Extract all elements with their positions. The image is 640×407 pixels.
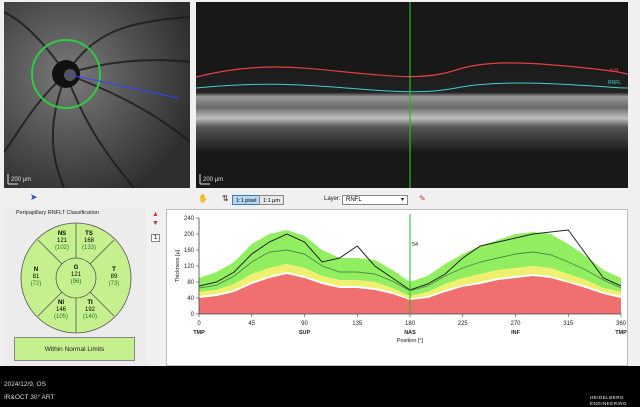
x-tick-label: 225 — [458, 321, 469, 327]
region-label: SUP — [299, 330, 311, 336]
y-tick-label: 40 — [187, 296, 194, 302]
sector-g: G 121 (96) — [70, 265, 82, 285]
fundus-scale-label: 200 µm — [11, 177, 32, 183]
hand-icon[interactable]: ✋ — [198, 194, 208, 203]
layer-select-value: RNFL — [346, 197, 362, 203]
arrow-down-icon[interactable]: ▼ — [152, 220, 159, 227]
chart-svg: 0 40 80 120 160 200 240 0 45 90 135 180 225 270 315 360… — [175, 214, 627, 344]
fundus-graphic — [4, 2, 190, 188]
scan-mode: IR&OCT 30° ART — [4, 394, 55, 401]
region-label: NAS — [404, 330, 416, 336]
ilm-tag: ILM — [610, 68, 619, 74]
y-tick-label: 240 — [184, 216, 195, 222]
y-tick-label: 0 — [191, 312, 195, 318]
x-tick-label: 45 — [248, 321, 255, 327]
x-tick-label: 360 — [616, 321, 627, 327]
chevron-down-icon: ▾ — [400, 197, 404, 203]
sector-ni: NI 146 (105) — [53, 300, 68, 320]
y-tick-label: 160 — [184, 248, 195, 254]
region-label: TMP — [615, 330, 627, 336]
x-tick-label: 270 — [510, 321, 521, 327]
x-tick-label: 315 — [563, 321, 574, 327]
cursor-value-label: 54 — [412, 242, 418, 248]
footer-bar: 2024/12/9, OS IR&OCT 30° ART HEIDELBERG … — [0, 366, 640, 407]
x-tick-label: 135 — [352, 321, 363, 327]
sector-t: T 89 (73) — [108, 267, 120, 287]
classification-title: Peripapillary RNFLT Classification — [16, 210, 99, 216]
y-axis-label: Thickness [µ] — [175, 249, 181, 282]
y-tick-label: 120 — [184, 264, 195, 270]
brand-logo-bottom: ENGINEERING — [590, 401, 628, 406]
x-tick-label: 0 — [197, 321, 201, 327]
x-tick-label: 90 — [301, 321, 308, 327]
x-axis-label: Position [°] — [397, 338, 424, 344]
rnfl-thickness-chart: 0 40 80 120 160 200 240 0 45 90 135 180 225 270 315 360… — [166, 209, 628, 366]
micron-ratio-button[interactable]: 1:1 µm — [259, 195, 284, 205]
sector-n: N 81 (72) — [30, 267, 42, 287]
rnfl-tag: RNFL — [608, 80, 622, 86]
region-label: INF — [511, 330, 521, 336]
pixel-ratio-button[interactable]: 1:1 pixel — [232, 195, 261, 205]
cursor-arrow-icon[interactable]: ➤ — [30, 192, 38, 203]
oct-bscan[interactable]: ILM RNFL 200 µm — [196, 2, 628, 188]
oct-scale-label: 200 µm — [203, 177, 224, 183]
x-tick-label: 180 — [405, 321, 416, 327]
oct-graphic — [196, 2, 628, 188]
page-badge[interactable]: 1 — [151, 234, 161, 242]
y-tick-label: 80 — [187, 280, 194, 286]
region-label: TMP — [193, 330, 205, 336]
sector-ns: NS 121 (102) — [54, 231, 69, 251]
sector-ti: TI 192 (140) — [82, 300, 97, 320]
brand-logo-top: HEIDELBERG — [590, 395, 625, 400]
zoom-icon[interactable]: ⇅ — [222, 194, 229, 203]
y-tick-label: 200 — [184, 232, 195, 238]
sector-ts: TS 168 (133) — [81, 231, 96, 251]
edit-layer-icon[interactable]: ✎ — [419, 194, 426, 203]
layer-label: Layer: — [324, 196, 341, 202]
classification-result: Within Normal Limits — [14, 337, 135, 361]
exam-date-eye: 2024/12/9, OS — [4, 381, 46, 388]
arrow-up-icon[interactable]: ▲ — [152, 211, 159, 218]
fundus-image[interactable]: 200 µm — [4, 2, 190, 188]
layer-select[interactable]: RNFL ▾ — [342, 195, 408, 205]
